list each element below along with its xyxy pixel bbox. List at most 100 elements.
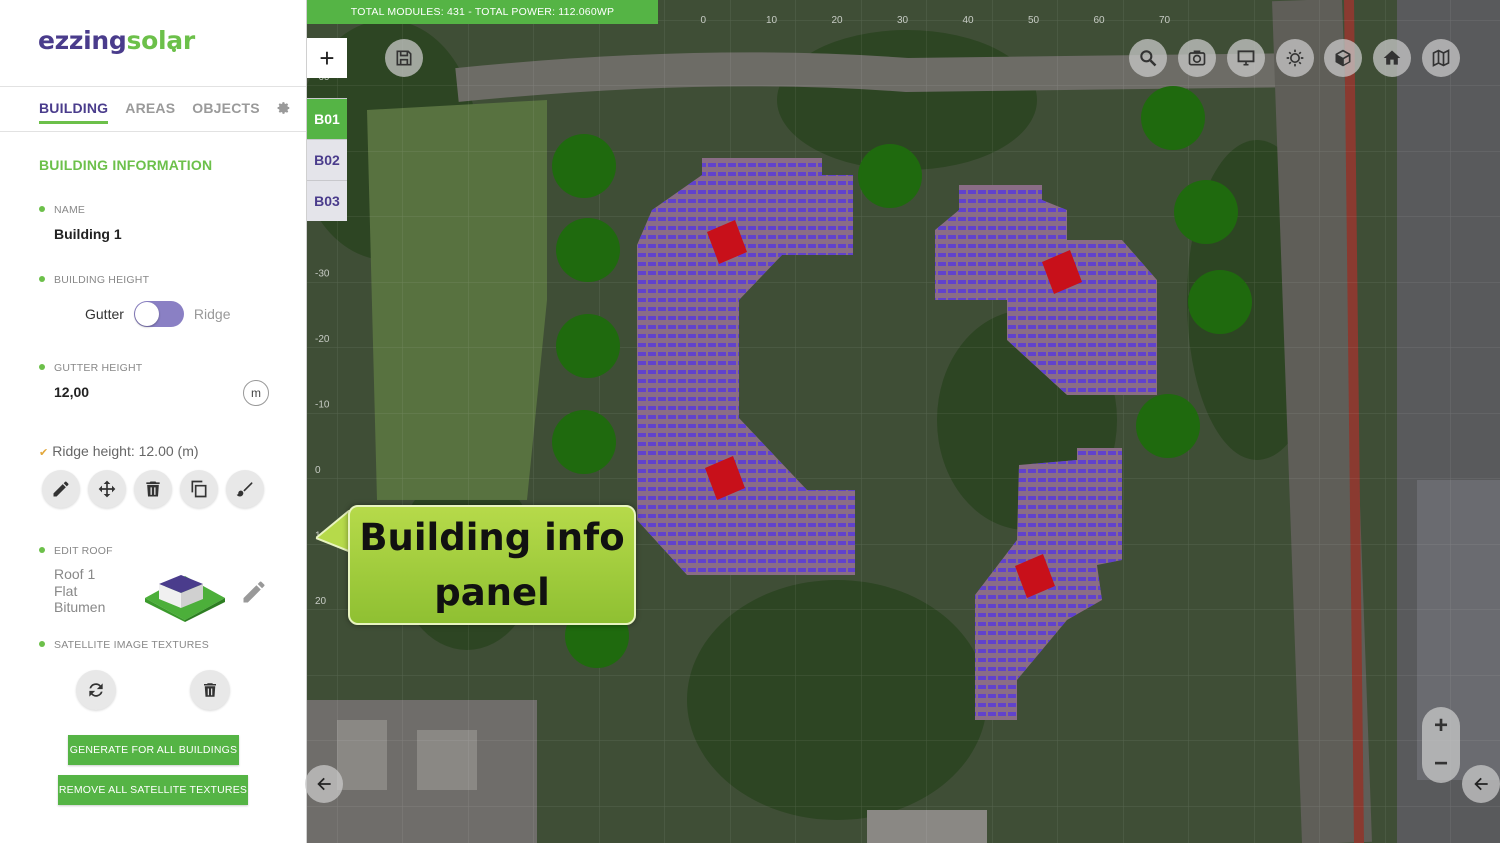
- bullet: [39, 641, 45, 647]
- tab-objects[interactable]: OBJECTS: [192, 100, 260, 124]
- top-axis-tick: 70: [1159, 15, 1171, 26]
- move-icon: [98, 480, 116, 498]
- total-power-status: TOTAL MODULES: 431 - TOTAL POWER: 112.06…: [307, 0, 658, 24]
- camera-icon: [1188, 50, 1206, 66]
- panel-tabs: BUILDING AREAS OBJECTS: [39, 100, 291, 124]
- delete-button[interactable]: [134, 470, 172, 508]
- home-icon: [1383, 50, 1401, 65]
- roof-name: Roof 1: [54, 566, 96, 582]
- roof-type: Flat: [54, 582, 78, 599]
- gutter-height-label: GUTTER HEIGHT: [54, 362, 143, 374]
- brush-icon: [236, 482, 253, 497]
- move-button[interactable]: [88, 470, 126, 508]
- arrow-left-icon: [1474, 777, 1488, 791]
- top-axis-tick: 60: [1094, 15, 1106, 26]
- toggle-label-ridge: Ridge: [193, 306, 231, 322]
- sun-icon: [1286, 49, 1304, 67]
- top-axis-tick: 10: [766, 15, 778, 26]
- paint-button[interactable]: [226, 470, 264, 508]
- pencil-icon: [53, 481, 69, 497]
- top-axis-tick: 0: [701, 15, 707, 26]
- toggle-label-gutter: Gutter: [85, 306, 124, 322]
- satellite-textures-label: SATELLITE IMAGE TEXTURES: [54, 639, 209, 651]
- map-canvas[interactable]: -50-40-30-20-10010203040506070 -60-50-40…: [307, 0, 1500, 843]
- sun-shadow-button[interactable]: [1276, 39, 1314, 77]
- edit-roof-label: EDIT ROOF: [54, 545, 113, 557]
- flat-roof-illustration: [145, 575, 225, 622]
- floppy-disk-icon: [396, 50, 412, 66]
- bullet: [39, 364, 45, 370]
- screenshot-button[interactable]: [1178, 39, 1216, 77]
- bullet: [39, 547, 45, 553]
- building-name-value[interactable]: Building 1: [54, 226, 122, 242]
- gutter-height-value[interactable]: 12,00: [54, 384, 89, 400]
- building-tools: [42, 470, 264, 508]
- left-axis-tick: -20: [315, 334, 330, 345]
- building-tab-b03[interactable]: B03: [307, 180, 347, 221]
- edit-button[interactable]: [42, 470, 80, 508]
- top-axis-tick: 30: [897, 15, 909, 26]
- delete-texture-button[interactable]: [190, 670, 230, 710]
- home-view-button[interactable]: [1373, 39, 1411, 77]
- divider: [0, 131, 306, 132]
- trash-icon: [146, 481, 160, 497]
- remove-all-textures-button[interactable]: REMOVE ALL SATELLITE TEXTURES: [58, 775, 248, 805]
- callout-line-2: panel: [434, 571, 550, 614]
- display-button[interactable]: [1227, 39, 1265, 77]
- collapse-left-panel-button[interactable]: [305, 765, 343, 803]
- copy-icon: [191, 480, 207, 498]
- building-panel: ezzingsolar BUILDING AREAS OBJECTS BUILD…: [0, 0, 307, 843]
- top-axis-tick: 40: [963, 15, 975, 26]
- add-building-button[interactable]: +: [307, 38, 347, 78]
- map-layer-button[interactable]: [1422, 39, 1460, 77]
- generate-all-textures-button[interactable]: GENERATE FOR ALL BUILDINGS: [68, 735, 239, 765]
- left-axis-tick: -30: [315, 269, 330, 280]
- ridge-height-note: ✔ Ridge height: 12.00 (m): [39, 443, 199, 459]
- zoom-out-button[interactable]: −: [1422, 745, 1460, 783]
- gutter-ridge-switch[interactable]: [133, 301, 184, 327]
- zoom-in-button[interactable]: +: [1422, 707, 1460, 745]
- expand-right-panel-button[interactable]: [1462, 765, 1500, 803]
- search-icon: [1140, 50, 1157, 67]
- save-button[interactable]: [385, 39, 423, 77]
- ridge-height-text: Ridge height: 12.00 (m): [52, 443, 199, 459]
- refresh-icon: [89, 683, 103, 697]
- bullet: [39, 276, 45, 282]
- arrow-left-icon: [317, 777, 331, 791]
- divider: [0, 86, 306, 87]
- building-info-callout: Building info panel: [348, 505, 636, 625]
- switch-knob: [134, 302, 159, 326]
- left-axis-tick: 20: [315, 596, 327, 607]
- bullet: [39, 206, 45, 212]
- duplicate-button[interactable]: [180, 470, 218, 508]
- top-axis-tick: 50: [1028, 15, 1040, 26]
- name-label: NAME: [54, 204, 86, 216]
- logo-text-ezzing: ezzing: [38, 26, 127, 55]
- building-tab-b02[interactable]: B02: [307, 139, 347, 180]
- roof-info: Roof 1 Flat Bitumen: [54, 566, 105, 616]
- edit-roof-pencil-icon[interactable]: [240, 578, 268, 606]
- trash-icon: [204, 683, 216, 697]
- unit-button[interactable]: m: [243, 380, 269, 406]
- map-icon: [1432, 49, 1450, 67]
- tab-areas[interactable]: AREAS: [125, 100, 175, 124]
- building-tab-b01[interactable]: B01: [307, 98, 347, 139]
- top-axis-tick: 20: [832, 15, 844, 26]
- roof-material: Bitumen: [54, 599, 106, 615]
- gear-icon[interactable]: [277, 101, 291, 115]
- 3d-view-button[interactable]: [1324, 39, 1362, 77]
- logo-dot: [172, 48, 176, 52]
- callout-line-1: Building info: [359, 516, 625, 559]
- refresh-texture-button[interactable]: [76, 670, 116, 710]
- measurement-grid: [307, 0, 1500, 843]
- tab-building[interactable]: BUILDING: [39, 100, 109, 124]
- section-title: BUILDING INFORMATION: [39, 157, 213, 173]
- left-axis-tick: -10: [315, 400, 330, 411]
- building-height-label: BUILDING HEIGHT: [54, 274, 150, 286]
- cube-icon: [1335, 49, 1351, 67]
- height-mode-toggle-row: Gutter Ridge: [85, 301, 231, 327]
- check-icon: ✔: [39, 447, 49, 459]
- satellite-map-view[interactable]: -50-40-30-20-10010203040506070 -60-50-40…: [307, 0, 1500, 843]
- left-axis-tick: 0: [315, 465, 321, 476]
- search-button[interactable]: [1129, 39, 1167, 77]
